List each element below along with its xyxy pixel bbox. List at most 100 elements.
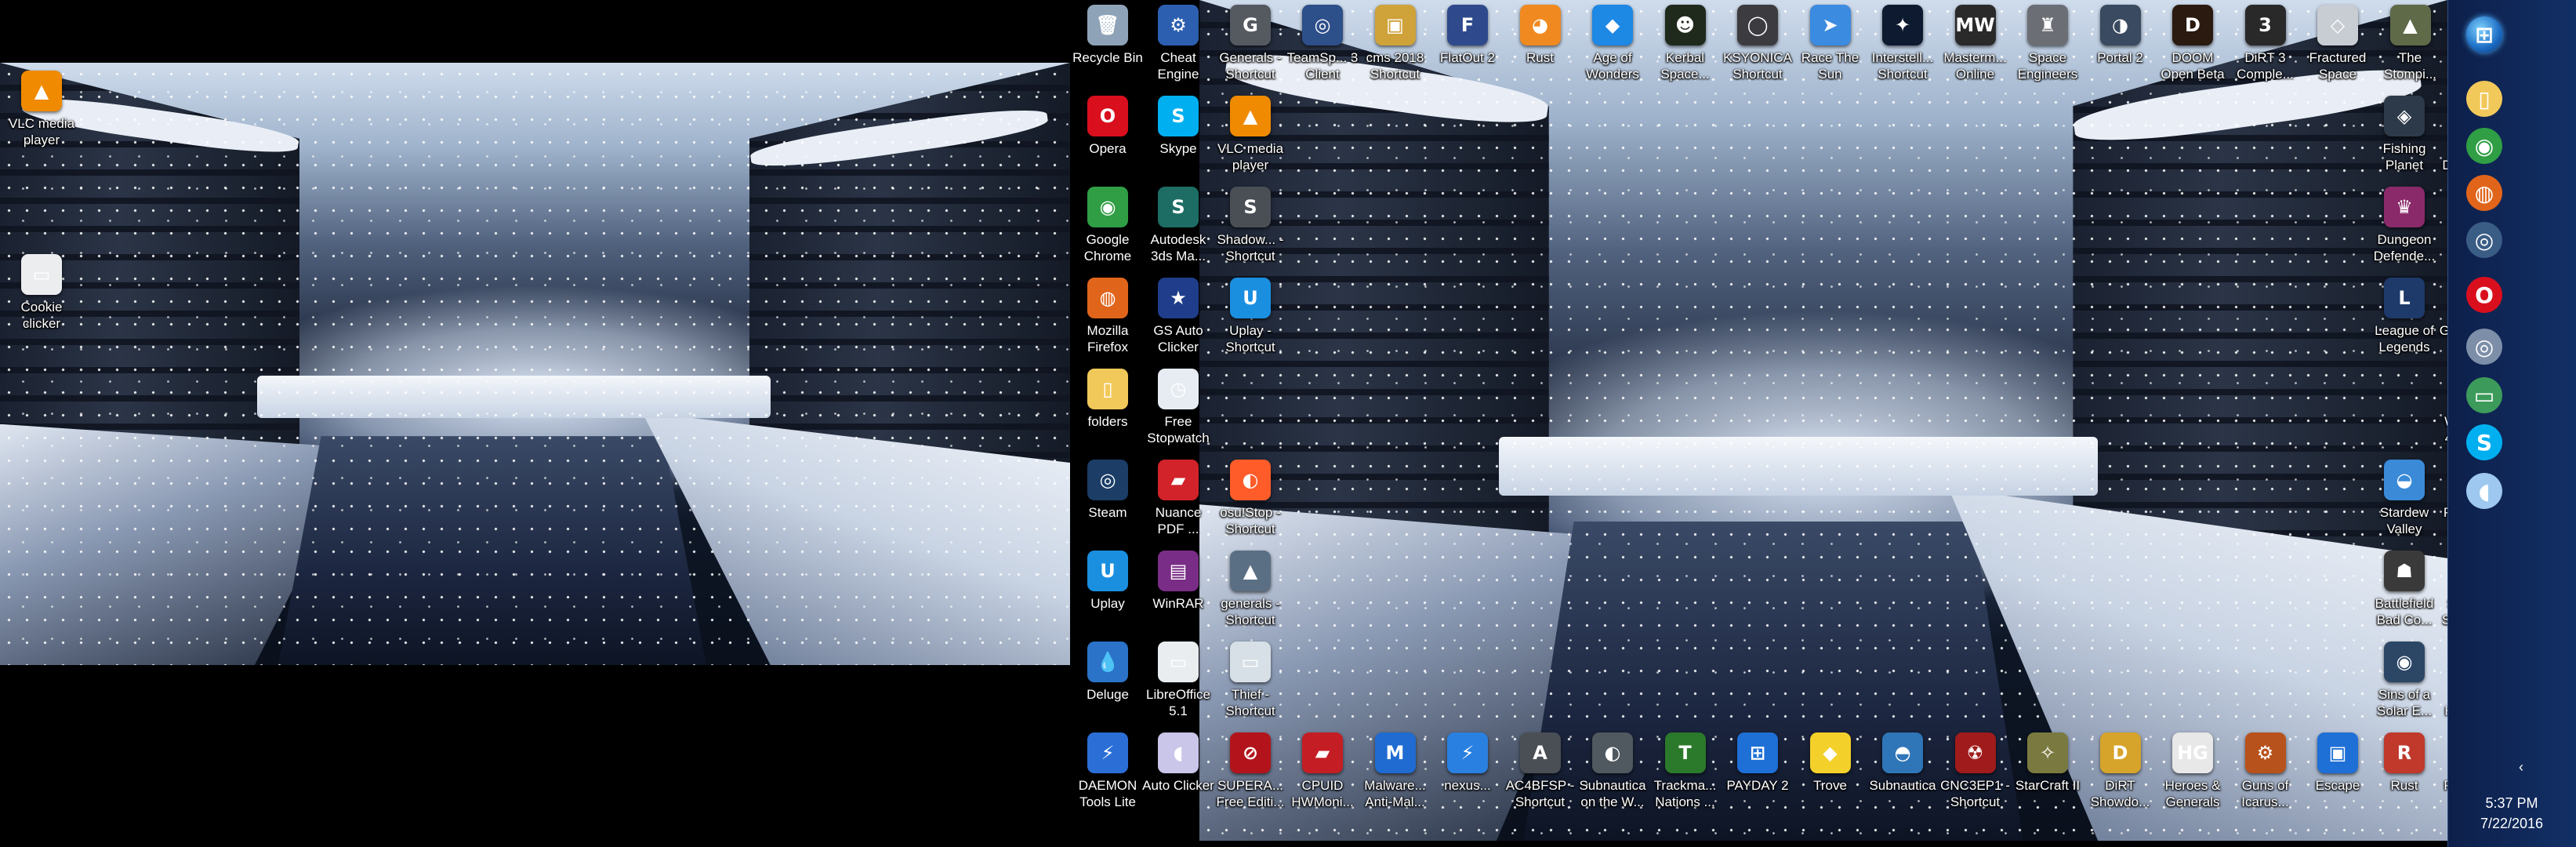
desktop-shortcut-empty <box>2367 365 2441 456</box>
taskbar-auto-clicker[interactable]: ◖ <box>2461 467 2508 514</box>
desktop-shortcut-steam[interactable]: ◎ Steam <box>1071 456 1145 547</box>
desktop-shortcut-uplay[interactable]: U Uplay <box>1071 547 1145 638</box>
desktop-shortcut-subnautica[interactable]: ◓ Subnautica <box>1866 729 1939 820</box>
desktop-shortcut-trackma-nations[interactable]: T Trackma... Nations ... <box>1649 729 1722 820</box>
taskbar-file-explorer[interactable]: ▯ <box>2461 75 2508 122</box>
desktop-shortcut-mozilla-firefox[interactable]: ◍ Mozilla Firefox <box>1071 274 1145 365</box>
desktop-shortcut-daemon-tools-lite[interactable]: ⚡ DAEMON Tools Lite <box>1071 729 1145 820</box>
desktop-shortcut-dirt-showdo[interactable]: D DiRT Showdo... <box>2084 729 2157 820</box>
desktop-shortcut-gs-auto-clicker[interactable]: ★ GS Auto Clicker <box>1141 274 1215 365</box>
shortcut-label: Auto Clicker <box>1142 778 1214 793</box>
desktop-shortcut-osu-stop-shortcut[interactable]: ◐ osu!Stop - Shortcut <box>1214 456 1287 547</box>
shortcut-label: DiRT 3 Comple... <box>2237 50 2294 82</box>
assassins-creed-icon: A <box>1519 732 1561 773</box>
desktop-shortcut-fishing-planet[interactable]: ◈ Fishing Planet <box>2367 93 2441 184</box>
desktop-shortcut-winrar[interactable]: ▤ WinRAR <box>1141 547 1215 638</box>
desktop-shortcut-dirt-3-comple[interactable]: 3 DiRT 3 Comple... <box>2229 2 2302 93</box>
generals-icon: G <box>1230 5 1271 45</box>
desktop-shortcut-folders[interactable]: ▯ folders <box>1071 365 1145 456</box>
desktop-shortcut-vlc-media-player[interactable]: ▲ VLC media player <box>5 67 78 158</box>
desktop-shortcut-cms-2018-shortcut[interactable]: ▣ cms 2018 Shortcut <box>1359 2 1432 93</box>
teamspeak-icon: ◎ <box>2466 329 2502 365</box>
desktop-shortcut-deluge[interactable]: 💧 Deluge <box>1071 638 1145 729</box>
generals-icon: ▲ <box>1230 551 1271 591</box>
desktop-shortcut-ac4bfsp-shortcut[interactable]: A AC4BFSP - Shortcut <box>1504 729 1577 820</box>
desktop-shortcut-trove[interactable]: ◆ Trove <box>1794 729 1867 820</box>
desktop-shortcut-nexus[interactable]: ⚡ nexus... <box>1431 729 1504 820</box>
desktop-shortcut-auto-clicker[interactable]: ◖ Auto Clicker <box>1141 729 1215 820</box>
desktop-shortcut-autodesk-3ds-ma[interactable]: S Autodesk 3ds Ma... <box>1141 184 1215 274</box>
desktop-shortcut-portal-2[interactable]: ◑ Portal 2 <box>2084 2 2157 93</box>
desktop-shortcut-the-stompi[interactable]: ▲ The Stompi... <box>2374 2 2447 93</box>
osu-icon: ◐ <box>1230 460 1271 500</box>
desktop-shortcut-guns-of-icarus[interactable]: ⚙ Guns of Icarus... <box>2229 729 2302 820</box>
desktop-shortcut-stardew-valley[interactable]: ◒ Stardew Valley <box>2367 456 2441 547</box>
desktop-shortcut-supera-free-editi[interactable]: ⊘ SUPERA... Free Editi... <box>1214 729 1287 820</box>
taskbar-chrome[interactable]: ◉ <box>2461 122 2508 169</box>
desktop-shortcut-age-of-wonders[interactable]: ◆ Age of Wonders <box>1576 2 1649 93</box>
shortcut-label: Fishing Planet <box>2382 141 2426 173</box>
desktop-shortcut-generals-shortcut[interactable]: G Generals - Shortcut <box>1214 2 1287 93</box>
taskbar-teamspeak[interactable]: ◎ <box>2461 323 2508 370</box>
shortcut-label: Cookie clicker <box>20 300 63 331</box>
shortcut-label: Masterm... Online <box>1943 50 2007 82</box>
desktop-shortcut-battlefield-bad-co[interactable]: ☗ Battlefield Bad Co... <box>2367 547 2441 638</box>
desktop-shortcut-masterm-online[interactable]: MW Masterm... Online <box>1939 2 2012 93</box>
desktop-shortcut-fractured-space[interactable]: ◇ Fractured Space <box>2301 2 2375 93</box>
desktop-shortcut-opera[interactable]: O Opera <box>1071 93 1145 184</box>
desktop-shortcut-generals-shortcut[interactable]: ▲ generals - Shortcut <box>1214 547 1287 638</box>
desktop-shortcut-rust[interactable]: ◕ Rust <box>1504 2 1577 93</box>
shortcut-label: Sins of a Solar E... <box>2377 687 2432 718</box>
start-button[interactable]: ⊞ <box>2461 11 2508 58</box>
desktop-shortcut-cheat-engine[interactable]: ⚙ Cheat Engine <box>1141 2 1215 93</box>
desktop-shortcut-payday-2[interactable]: ⊞ PAYDAY 2 <box>1721 729 1794 820</box>
taskbar-firefox[interactable]: ◍ <box>2461 169 2508 216</box>
desktop-shortcut-recycle-bin[interactable]: 🗑 Recycle Bin <box>1071 2 1145 93</box>
desktop-shortcut-teamsp-3-client[interactable]: ◎ TeamSp... 3 Client <box>1286 2 1359 93</box>
shortcut-label: DiRT Showdo... <box>2090 778 2150 809</box>
desktop-shortcut-cookie-clicker[interactable]: ▭ Cookie clicker <box>5 251 78 342</box>
desktop-shortcut-subnautica-on-the-w[interactable]: ◐ Subnautica on the W... <box>1576 729 1649 820</box>
subnautica-icon: ◓ <box>1882 732 1923 773</box>
taskbar-monitor[interactable]: ▭ <box>2461 372 2508 419</box>
desktop-shortcut-ksyonica-shortcut[interactable]: ◯ KSYONICA Shortcut <box>1721 2 1794 93</box>
desktop-shortcut-libreoffice-5-1[interactable]: ▭ LibreOffice 5.1 <box>1141 638 1215 729</box>
desktop-shortcut-shadow-shortcut[interactable]: S Shadow... - Shortcut <box>1214 184 1287 274</box>
desktop-shortcut-nuance-pdf[interactable]: ▰ Nuance PDF ... <box>1141 456 1215 547</box>
shortcut-label: Free Stopwatch <box>1147 414 1210 445</box>
desktop-shortcut-cnc3ep1-shortcut[interactable]: ☢ CNC3EP1 - Shortcut <box>1939 729 2012 820</box>
ksyonica-icon: ◯ <box>1737 5 1778 45</box>
desktop-shortcut-skype[interactable]: S Skype <box>1141 93 1215 184</box>
desktop-shortcut-league-of-legends[interactable]: L League of Legends <box>2367 274 2441 365</box>
desktop-shortcut-starcraft-ii[interactable]: ✧ StarCraft II <box>2011 729 2084 820</box>
clock-date[interactable]: 7/22/2016 <box>2447 816 2576 832</box>
fractured-space-icon: ◇ <box>2317 5 2358 45</box>
desktop-shortcut-escape[interactable]: ▣ Escape <box>2301 729 2375 820</box>
desktop-shortcut-race-the-sun[interactable]: ➤ Race The Sun <box>1794 2 1867 93</box>
shortcut-label: Uplay <box>1090 596 1125 611</box>
desktop-shortcut-dungeon-defende[interactable]: ♛ Dungeon Defende... <box>2367 184 2441 274</box>
desktop-shortcut-thief-shortcut[interactable]: ▭ Thief - Shortcut <box>1214 638 1287 729</box>
taskbar-opera[interactable]: O <box>2461 271 2508 318</box>
taskbar-steam[interactable]: ◎ <box>2461 216 2508 264</box>
desktop-shortcut-uplay-shortcut[interactable]: U Uplay - Shortcut <box>1214 274 1287 365</box>
desktop-shortcut-interstell-shortcut[interactable]: ✦ Interstell... Shortcut <box>1866 2 1939 93</box>
desktop-shortcut-cpuid-hwmoni[interactable]: ▰ CPUID HWMoni... <box>1286 729 1359 820</box>
desktop-shortcut-vlc-media-player[interactable]: ▲ VLC media player <box>1214 93 1287 184</box>
desktop-shortcut-kerbal-space[interactable]: ☻ Kerbal Space... <box>1649 2 1722 93</box>
clock-time[interactable]: 5:37 PM <box>2447 795 2576 812</box>
desktop-shortcut-malware-anti-mal[interactable]: M Malware... Anti-Mal... <box>1359 729 1432 820</box>
show-hidden-icons-chevron[interactable]: ‹ <box>2519 759 2523 776</box>
desktop-shortcut-space-engineers[interactable]: ♜ Space Engineers <box>2011 2 2084 93</box>
desktop-shortcut-google-chrome[interactable]: ◉ Google Chrome <box>1071 184 1145 274</box>
dirt-showdown-icon: D <box>2099 732 2141 773</box>
desktop-shortcut-flatout-2[interactable]: F FlatOut 2 <box>1431 2 1504 93</box>
taskbar-skype[interactable]: S <box>2461 419 2508 466</box>
shortcut-label: PAYDAY 2 <box>1726 778 1789 793</box>
desktop-shortcut-doom-open-beta[interactable]: D DOOM Open Beta <box>2156 2 2230 93</box>
desktop-shortcut-sins-of-a-solar-e[interactable]: ◉ Sins of a Solar E... <box>2367 638 2441 729</box>
desktop-shortcut-rust[interactable]: R Rust <box>2367 729 2441 820</box>
desktop-shortcut-free-stopwatch[interactable]: ◷ Free Stopwatch <box>1141 365 1215 456</box>
chrome-icon: ◉ <box>2466 128 2502 164</box>
desktop-shortcut-heroes-generals[interactable]: HG Heroes & Generals <box>2156 729 2230 820</box>
